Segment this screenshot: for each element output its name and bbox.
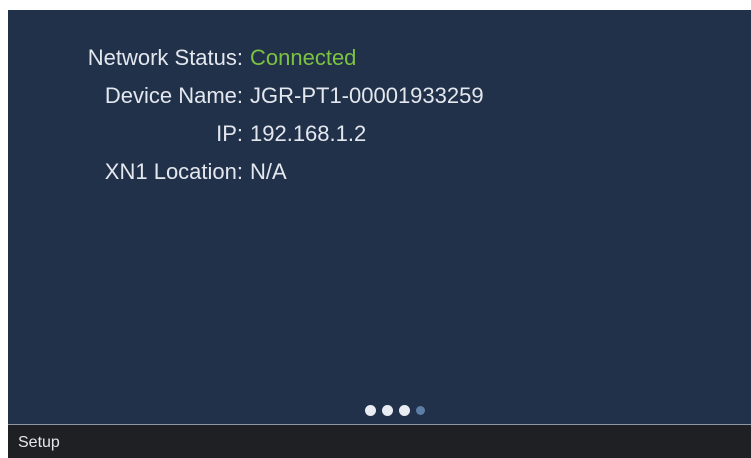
page-dot-1[interactable] <box>364 405 376 416</box>
network-status-label: Network Status: <box>87 45 243 70</box>
xn1-location-label: XN1 Location: <box>104 159 243 184</box>
page-dot-4[interactable] <box>415 406 425 415</box>
page-dot-3[interactable] <box>398 405 410 416</box>
device-name-label: Device Name: <box>104 83 243 108</box>
ip-value: 192.168.1.2 <box>250 121 367 146</box>
xn1-location-row: XN1 Location: N/A <box>8 157 751 195</box>
page-dot-2[interactable] <box>381 405 393 416</box>
info-panel: Network Status: Connected Device Name: J… <box>8 43 751 195</box>
ip-label: IP: <box>216 121 243 146</box>
device-name-row: Device Name: JGR-PT1-00001933259 <box>8 81 751 119</box>
ip-row: IP: 192.168.1.2 <box>8 119 751 157</box>
setup-label[interactable]: Setup <box>18 433 60 453</box>
bottom-bar: Setup <box>8 425 751 458</box>
device-info-screen: Network Status: Connected Device Name: J… <box>8 10 751 458</box>
page-indicator[interactable] <box>8 405 751 419</box>
xn1-location-value: N/A <box>250 159 287 184</box>
device-name-value: JGR-PT1-00001933259 <box>250 83 484 108</box>
network-status-value: Connected <box>250 45 357 70</box>
network-status-row: Network Status: Connected <box>8 43 751 81</box>
